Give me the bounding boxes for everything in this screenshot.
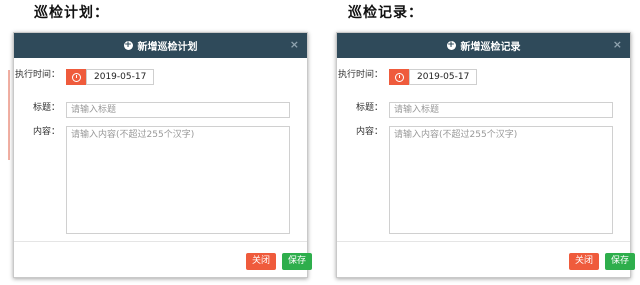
date-picker-button[interactable]: [66, 69, 86, 85]
exec-time-label: 执行时间：: [337, 70, 383, 80]
date-field[interactable]: 2019-05-17: [86, 69, 155, 85]
exec-time-row: 执行时间： 2019-05-17: [337, 69, 478, 85]
close-icon[interactable]: ×: [290, 39, 299, 50]
content-row: 内容： 请输入内容(不超过255个汉字): [337, 126, 613, 234]
new-record-dialog: + 新增巡检记录 × 执行时间： 2019-05-17 标题： 请输入标题 内容…: [336, 32, 635, 278]
dialog-header: + 新增巡检计划 ×: [14, 33, 307, 58]
record-section-title: 巡检记录：: [348, 5, 423, 21]
dialog-title: 新增巡检记录: [460, 42, 521, 53]
save-button[interactable]: 保存: [282, 253, 312, 270]
content-row: 内容： 请输入内容(不超过255个汉字): [14, 126, 290, 234]
date-picker-button[interactable]: [389, 69, 409, 85]
content-label: 内容：: [355, 127, 383, 137]
close-button[interactable]: 关闭: [246, 253, 276, 270]
content-textarea[interactable]: 请输入内容(不超过255个汉字): [66, 126, 290, 234]
title-input[interactable]: 请输入标题: [389, 102, 613, 118]
title-label: 标题：: [355, 103, 383, 113]
exec-time-row: 执行时间： 2019-05-17: [14, 69, 155, 85]
plan-section-title: 巡检计划：: [34, 5, 109, 21]
plus-circle-icon: +: [446, 40, 456, 50]
title-input[interactable]: 请输入标题: [66, 102, 290, 118]
save-button[interactable]: 保存: [605, 253, 635, 270]
exec-time-label: 执行时间：: [14, 70, 60, 80]
clock-icon: [71, 72, 81, 82]
footer-divider: [14, 241, 307, 242]
title-label: 标题：: [32, 103, 60, 113]
date-field[interactable]: 2019-05-17: [409, 69, 478, 85]
content-label: 内容：: [32, 127, 60, 137]
new-plan-dialog: + 新增巡检计划 × 执行时间： 2019-05-17 标题： 请输入标题 内容…: [13, 32, 312, 278]
footer-divider: [337, 241, 630, 242]
close-icon[interactable]: ×: [613, 39, 622, 50]
plus-circle-icon: +: [123, 40, 133, 50]
clock-icon: [394, 72, 404, 82]
close-button[interactable]: 关闭: [569, 253, 599, 270]
title-row: 标题： 请输入标题: [337, 102, 613, 118]
title-row: 标题： 请输入标题: [14, 102, 290, 118]
left-edge-accent: [8, 70, 10, 160]
content-textarea[interactable]: 请输入内容(不超过255个汉字): [389, 126, 613, 234]
dialog-title: 新增巡检计划: [137, 42, 198, 53]
dialog-header: + 新增巡检记录 ×: [337, 33, 630, 58]
